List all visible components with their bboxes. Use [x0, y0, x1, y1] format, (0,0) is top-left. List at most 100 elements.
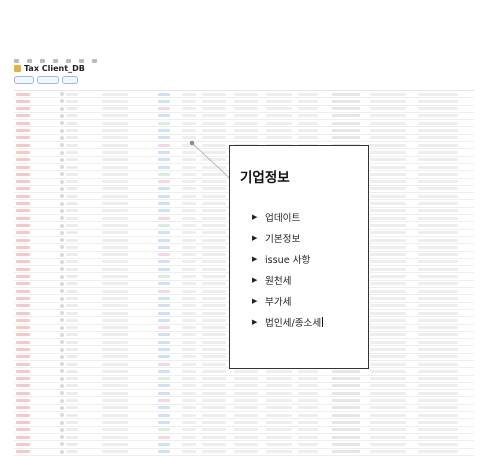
table-cell: [202, 406, 226, 410]
table-cell: [102, 296, 128, 300]
table-cell: [370, 377, 406, 381]
table-cell: [66, 304, 78, 308]
table-row[interactable]: [14, 405, 474, 413]
toggle-item[interactable]: ▶ 부가세: [252, 290, 323, 311]
view-tab[interactable]: [14, 59, 19, 63]
table-cell: [66, 245, 78, 249]
table-cell: [102, 362, 128, 366]
table-cell: [182, 413, 196, 417]
view-tab[interactable]: [66, 59, 71, 63]
view-tab[interactable]: [27, 59, 32, 63]
column-header[interactable]: [198, 84, 244, 90]
table-cell: [202, 107, 226, 111]
table-cell: [60, 157, 64, 162]
view-tab[interactable]: [40, 59, 45, 63]
view-tab[interactable]: [79, 59, 84, 63]
filter-chip[interactable]: [62, 76, 79, 84]
table-cell: [418, 172, 458, 176]
table-row[interactable]: [14, 383, 474, 391]
table-cell: [158, 253, 170, 257]
table-cell: [102, 194, 128, 198]
table-cell: [418, 231, 458, 235]
view-tab[interactable]: [92, 59, 97, 63]
table-cell: [332, 136, 360, 140]
table-cell: [158, 165, 170, 169]
table-cell: [102, 384, 128, 388]
table-cell: [370, 399, 406, 403]
column-header[interactable]: [152, 84, 198, 90]
table-row[interactable]: [14, 106, 474, 113]
table-row[interactable]: [14, 419, 474, 427]
column-header[interactable]: [106, 84, 152, 90]
table-row[interactable]: [14, 98, 474, 106]
toggle-item[interactable]: ▶ issue 사항: [252, 248, 323, 269]
table-cell: [418, 377, 458, 381]
table-cell: [16, 267, 30, 271]
table-cell: [60, 245, 64, 250]
table-cell: [102, 355, 128, 359]
table-cell: [60, 230, 64, 235]
table-row[interactable]: [14, 91, 474, 99]
table-cell: [332, 399, 360, 403]
table-row[interactable]: [14, 376, 474, 383]
column-header[interactable]: [14, 84, 60, 90]
table-row[interactable]: [14, 135, 474, 143]
table-cell: [202, 121, 226, 125]
column-header[interactable]: [336, 84, 382, 90]
table-cell: [182, 202, 196, 206]
table-cell: [66, 267, 78, 271]
table-row[interactable]: [14, 434, 474, 442]
toggle-item[interactable]: ▶ 기본정보: [252, 227, 323, 248]
filter-chip[interactable]: [14, 76, 35, 84]
table-cell: [202, 355, 226, 359]
table-cell: [16, 136, 30, 140]
column-header[interactable]: [244, 84, 290, 90]
table-cell: [202, 296, 226, 300]
table-cell: [202, 428, 226, 432]
table-cell: [418, 209, 458, 213]
toggle-item[interactable]: ▶ 법인세/종소세: [252, 311, 324, 332]
table-cell: [158, 231, 170, 235]
table-cell: [266, 420, 292, 424]
table-row[interactable]: [14, 368, 474, 376]
table-cell: [332, 413, 360, 417]
filter-chip[interactable]: [37, 76, 60, 84]
table-cell: [60, 391, 64, 396]
toggle-label: 기본정보: [265, 233, 301, 245]
table-cell: [66, 326, 78, 330]
table-cell: [418, 216, 458, 220]
table-cell: [202, 158, 226, 162]
table-cell: [202, 369, 226, 373]
table-cell: [332, 391, 360, 395]
table-cell: [418, 165, 458, 169]
table-cell: [66, 340, 78, 344]
table-cell: [202, 384, 226, 388]
table-row[interactable]: [14, 113, 474, 121]
table-cell: [102, 165, 128, 169]
table-cell: [332, 107, 360, 111]
table-row[interactable]: [14, 441, 474, 449]
column-header[interactable]: [60, 84, 106, 90]
table-row[interactable]: [14, 120, 474, 128]
column-header[interactable]: [290, 84, 336, 90]
table-row[interactable]: [14, 427, 474, 434]
table-cell: [202, 99, 226, 103]
column-header[interactable]: [428, 84, 474, 90]
table-cell: [60, 449, 64, 454]
table-cell: [370, 165, 406, 169]
toggle-item[interactable]: ▶ 원천세: [252, 269, 323, 290]
table-row[interactable]: [14, 127, 474, 135]
column-header[interactable]: [382, 84, 428, 90]
table-row[interactable]: [14, 390, 474, 398]
table-cell: [202, 275, 226, 279]
table-cell: [202, 289, 226, 293]
table-row[interactable]: [14, 412, 474, 420]
table-row[interactable]: [14, 449, 474, 456]
table-cell: [418, 150, 458, 154]
table-cell: [16, 253, 30, 257]
table-cell: [60, 347, 64, 352]
table-row[interactable]: [14, 397, 474, 405]
view-tab[interactable]: [53, 59, 58, 63]
table-cell: [370, 143, 406, 147]
toggle-item[interactable]: ▶ 업데이트: [252, 206, 323, 227]
